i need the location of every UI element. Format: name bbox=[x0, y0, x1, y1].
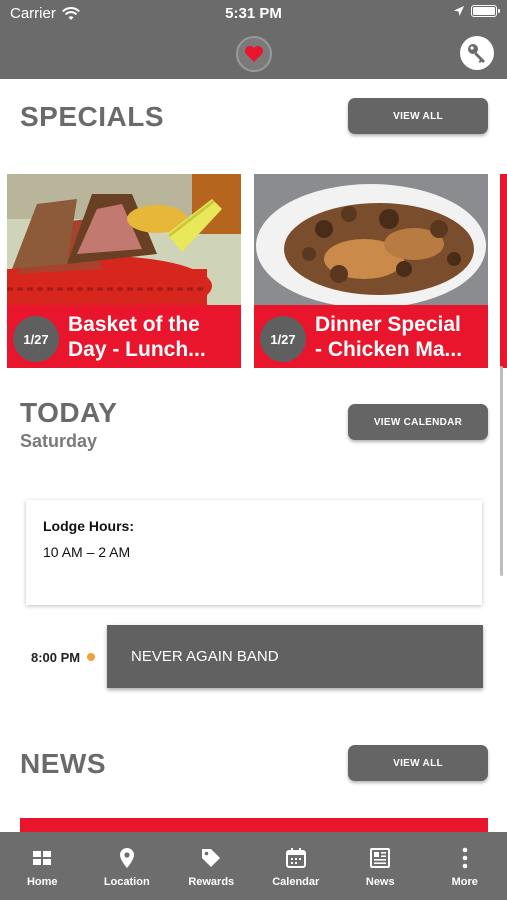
tab-home[interactable]: Home bbox=[0, 832, 85, 900]
location-arrow-icon bbox=[454, 6, 464, 16]
lodge-hours-label: Lodge Hours: bbox=[43, 518, 134, 534]
calendar-icon bbox=[285, 848, 306, 868]
special-image-sandwich bbox=[7, 174, 241, 305]
special-date-badge: 1/27 bbox=[13, 316, 59, 362]
tab-label: Home bbox=[26, 876, 58, 888]
next-special-card-peek[interactable] bbox=[500, 174, 507, 368]
key-button[interactable] bbox=[460, 36, 494, 70]
event-indicator-dot bbox=[87, 653, 95, 661]
special-title: Dinner Special - Chicken Ma... bbox=[315, 313, 463, 361]
specials-title: SPECIALS bbox=[20, 101, 165, 132]
lodge-logo[interactable] bbox=[236, 36, 272, 72]
tab-more[interactable]: More bbox=[423, 832, 507, 900]
news-card[interactable] bbox=[20, 818, 488, 832]
tab-bar: Home Location Rewards Calendar News More bbox=[0, 832, 507, 900]
specials-view-all-button[interactable]: VIEW ALL bbox=[348, 98, 488, 134]
tab-label: More bbox=[451, 876, 478, 888]
special-title: Basket of the Day - Lunch... bbox=[68, 313, 206, 361]
tag-icon bbox=[202, 849, 221, 867]
tab-rewards[interactable]: Rewards bbox=[169, 832, 254, 900]
newspaper-icon bbox=[370, 848, 391, 868]
battery-icon bbox=[471, 5, 500, 17]
status-time: 5:31 PM bbox=[225, 5, 282, 22]
map-pin-icon bbox=[119, 848, 134, 868]
main-content[interactable]: SPECIALS VIEW ALL 1/27 Basket of the Day… bbox=[0, 79, 507, 832]
heart-emblem-icon bbox=[245, 46, 263, 62]
more-vertical-icon bbox=[462, 847, 468, 869]
tab-location[interactable]: Location bbox=[85, 832, 170, 900]
special-image-chicken-marsala bbox=[254, 174, 488, 305]
today-day: Saturday bbox=[20, 431, 98, 451]
special-card[interactable]: 1/27 Basket of the Day - Lunch... bbox=[7, 174, 241, 368]
tab-news[interactable]: News bbox=[338, 832, 423, 900]
top-bar: Carrier 5:31 PM bbox=[0, 0, 507, 79]
today-title: TODAY bbox=[20, 397, 118, 428]
status-bar: Carrier 5:31 PM bbox=[0, 0, 507, 28]
tab-label: Rewards bbox=[188, 876, 235, 888]
event-card[interactable]: NEVER AGAIN BAND bbox=[107, 625, 483, 688]
view-calendar-button[interactable]: VIEW CALENDAR bbox=[348, 404, 488, 440]
lodge-hours-card: Lodge Hours: 10 AM – 2 AM bbox=[26, 500, 482, 605]
news-title: NEWS bbox=[20, 748, 106, 779]
special-date-badge: 1/27 bbox=[260, 316, 306, 362]
tab-calendar[interactable]: Calendar bbox=[254, 832, 339, 900]
tab-label: Location bbox=[103, 876, 150, 888]
news-view-all-button[interactable]: VIEW ALL bbox=[348, 745, 488, 781]
lodge-hours-value: 10 AM – 2 AM bbox=[43, 544, 131, 560]
tab-label: Calendar bbox=[272, 876, 320, 888]
tab-label: News bbox=[365, 876, 395, 888]
key-icon bbox=[468, 44, 485, 63]
event-time: 8:00 PM bbox=[31, 650, 81, 665]
home-grid-icon bbox=[33, 851, 52, 865]
scrollbar[interactable] bbox=[500, 366, 503, 576]
special-card[interactable]: 1/27 Dinner Special - Chicken Ma... bbox=[254, 174, 488, 368]
